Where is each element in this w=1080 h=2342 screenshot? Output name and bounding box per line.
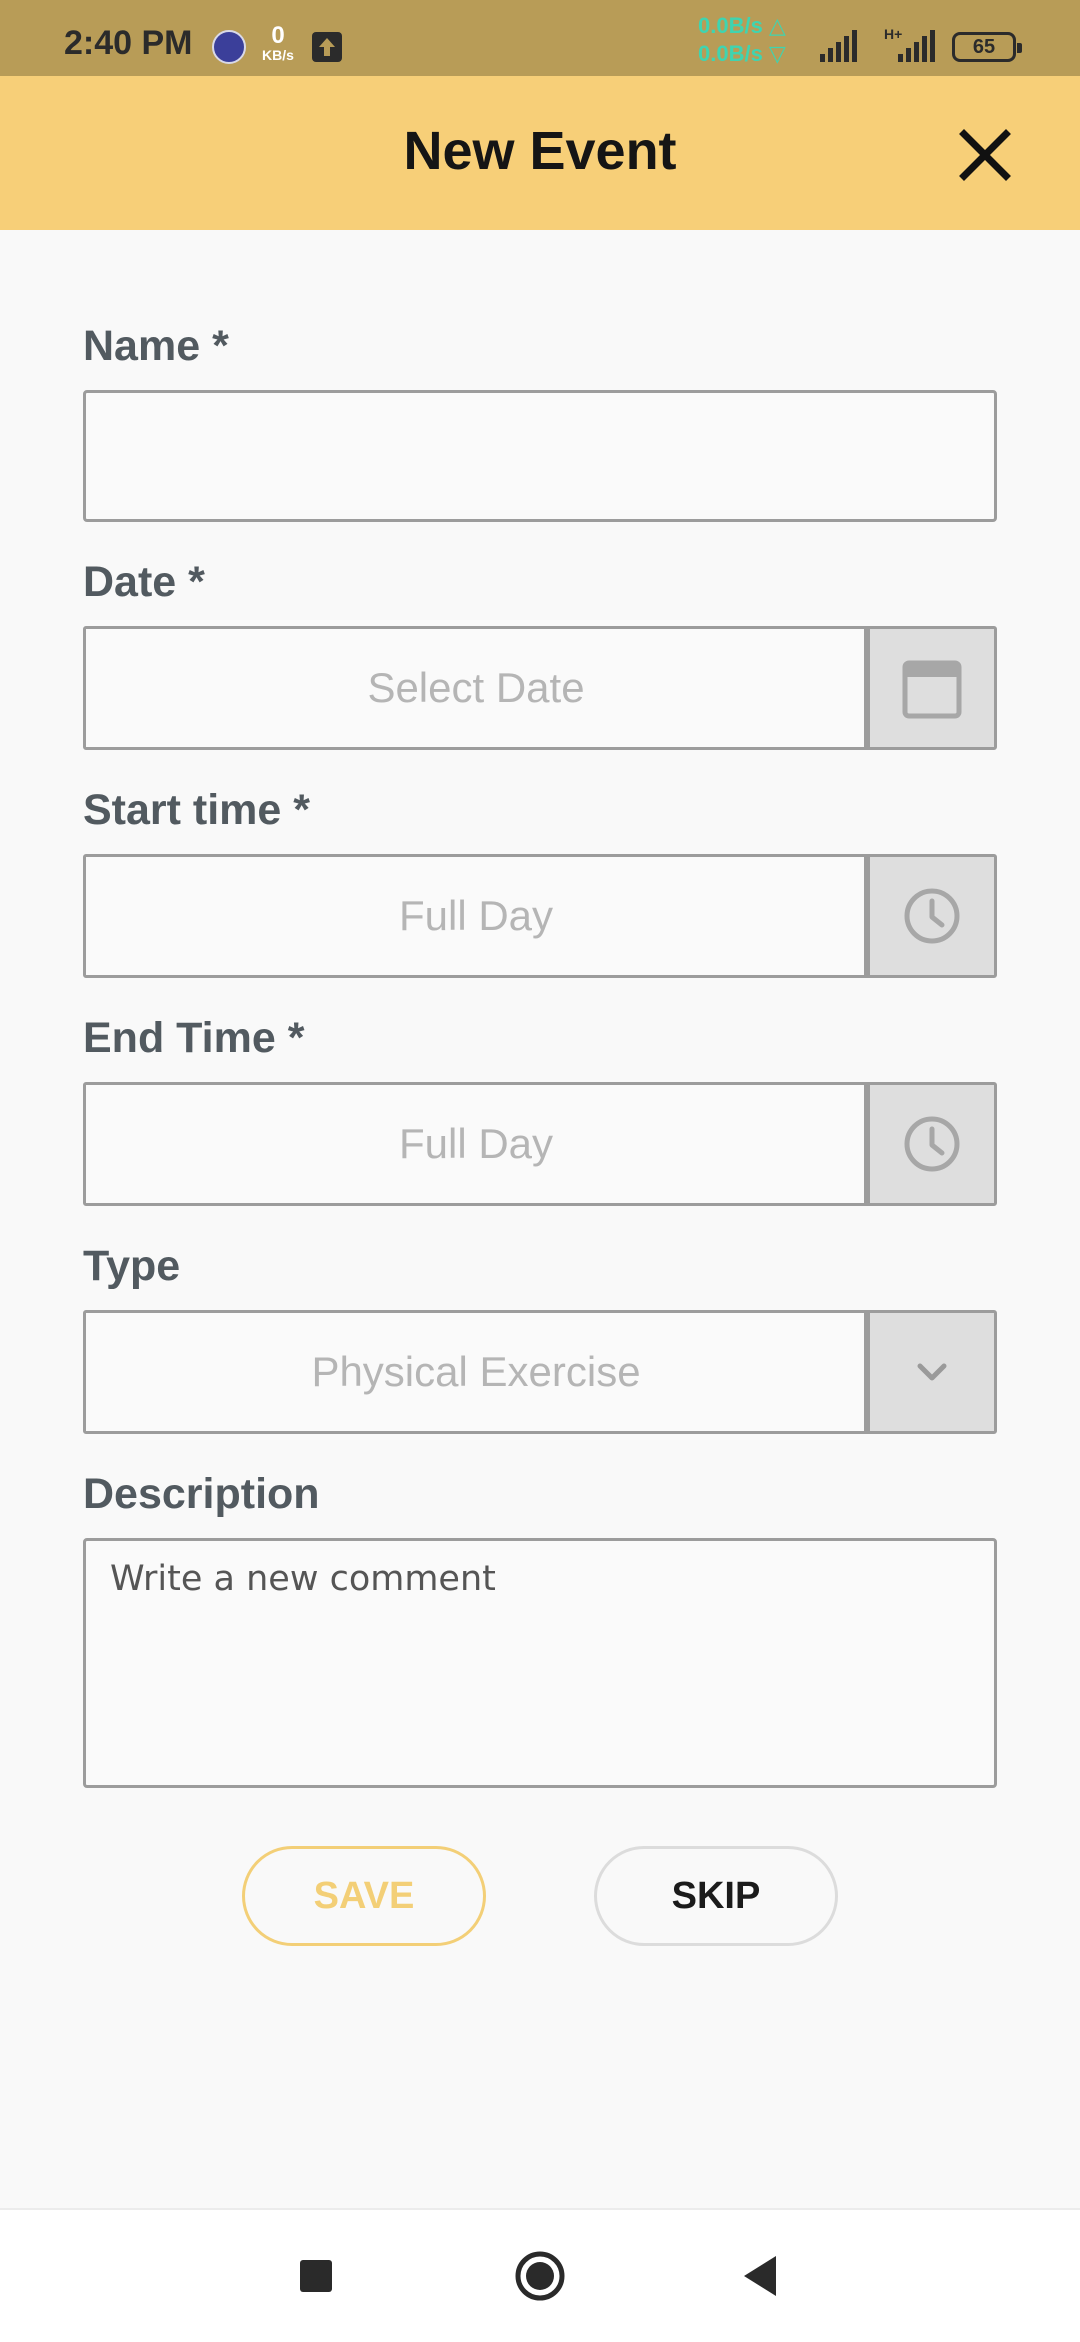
app-header: New Event	[0, 76, 1080, 230]
end-time-value: Full Day	[398, 1120, 554, 1167]
battery-icon: 65	[952, 32, 1022, 62]
end-time-label: End Time *	[83, 1014, 305, 1062]
end-time-picker-button[interactable]	[864, 1085, 994, 1203]
type-dropdown-button[interactable]	[864, 1313, 994, 1431]
network-speed: 0.0B/s △ 0.0B/s ▽	[698, 12, 786, 68]
status-bar: 2:40 PM 0 KB/s 0.0B/s △ 0.0B/s ▽ H+ 65	[0, 0, 1080, 76]
signal-strength-icon	[820, 30, 857, 62]
upload-icon	[312, 32, 342, 62]
clock-icon	[904, 888, 960, 944]
network-down-speed: 0.0B/s ▽	[698, 41, 786, 66]
start-time-picker-button[interactable]	[864, 857, 994, 975]
start-time-label: Start time *	[83, 786, 311, 834]
date-picker-button[interactable]	[864, 629, 994, 747]
type-selected-value: Physical Exercise	[311, 1348, 641, 1395]
start-time-field[interactable]: Full Day	[83, 854, 997, 978]
description-label: Description	[83, 1470, 320, 1518]
signal-strength-icon-2	[898, 30, 935, 62]
name-label: Name *	[83, 322, 229, 370]
date-placeholder: Select Date	[367, 664, 585, 711]
page-title: New Event	[403, 121, 677, 181]
home-button[interactable]	[514, 2250, 566, 2302]
date-label: Date *	[83, 558, 205, 606]
save-button[interactable]: SAVE	[242, 1846, 486, 1946]
date-field[interactable]: Select Date	[83, 626, 997, 750]
recent-apps-button[interactable]	[300, 2260, 332, 2292]
start-time-value: Full Day	[398, 892, 554, 939]
description-textarea[interactable]: Write a new comment	[83, 1538, 997, 1788]
chevron-down-icon	[917, 1363, 947, 1381]
status-time: 2:40 PM	[64, 24, 193, 62]
description-placeholder: Write a new comment	[110, 1559, 496, 1599]
close-icon	[959, 129, 1011, 181]
clock-icon	[904, 1116, 960, 1172]
type-label: Type	[83, 1242, 181, 1290]
close-button[interactable]	[950, 120, 1020, 190]
data-speed-unit: KB/s	[262, 47, 294, 63]
name-input[interactable]	[83, 390, 997, 522]
data-speed-indicator: 0 KB/s	[258, 22, 298, 63]
type-select[interactable]: Physical Exercise	[83, 1310, 997, 1434]
skip-button[interactable]: SKIP	[594, 1846, 838, 1946]
notification-app-icon	[212, 30, 246, 64]
network-up-speed: 0.0B/s △	[698, 13, 786, 38]
calendar-icon	[902, 660, 962, 719]
end-time-field[interactable]: Full Day	[83, 1082, 997, 1206]
system-navigation-bar	[0, 2208, 1080, 2342]
data-speed-value: 0	[271, 22, 285, 49]
back-button[interactable]	[740, 2254, 780, 2298]
